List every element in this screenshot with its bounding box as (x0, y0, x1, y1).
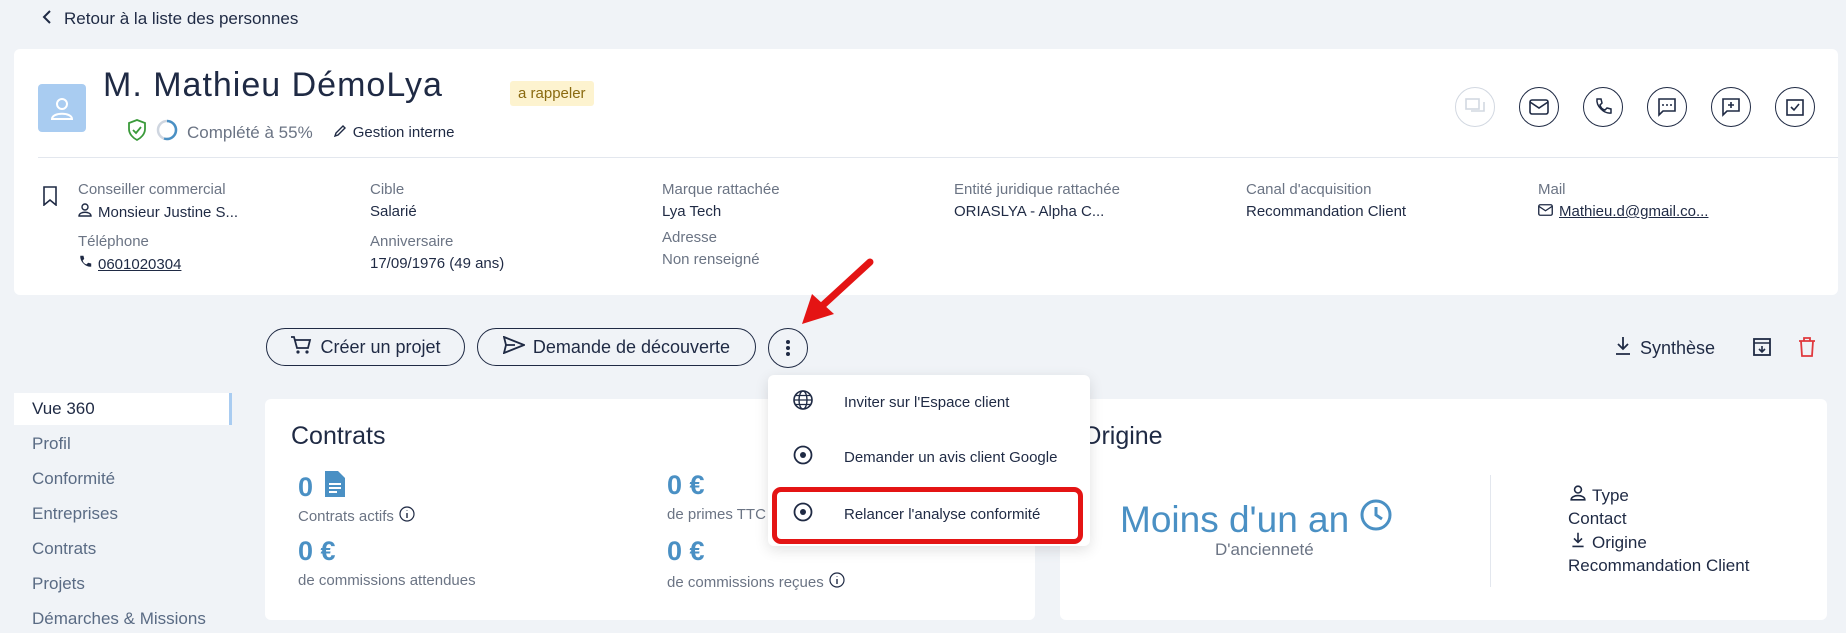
archive-icon[interactable] (1752, 337, 1772, 362)
discovery-request-button[interactable]: Demande de découverte (477, 328, 756, 366)
synthese-button[interactable]: Synthèse (1614, 336, 1715, 361)
person-name: M. Mathieu DémoLya (103, 66, 443, 104)
person-icon (78, 203, 92, 221)
back-link[interactable]: Retour à la liste des personnes (42, 9, 298, 29)
add-box-icon (1722, 98, 1740, 117)
entite-value: ORIASLYA - Alpha C... (954, 203, 1105, 220)
field-adresse: Adresse Non renseigné (662, 229, 760, 268)
contrats-actifs-count: 0 (298, 470, 347, 505)
comm-recues-value: 0 € (667, 536, 705, 566)
menu-item-google-review[interactable]: Demander un avis client Google (768, 430, 1090, 484)
radio-dot-icon (792, 444, 814, 470)
progress-ring-icon (155, 118, 179, 147)
mail-icon (1538, 203, 1553, 220)
adresse-value: Non renseigné (662, 251, 760, 268)
field-anniversaire: Anniversaire 17/09/1976 (49 ans) (370, 233, 505, 272)
person-subline: Complété à 55% Gestion interne (127, 118, 454, 147)
status-badge[interactable]: a rappeler (510, 81, 594, 106)
bookmark-icon[interactable] (42, 186, 58, 211)
globe-icon (792, 389, 814, 415)
download-icon (1614, 336, 1632, 361)
more-options-button[interactable] (768, 328, 808, 368)
email-button[interactable] (1519, 87, 1559, 127)
phone-icon (1596, 98, 1612, 114)
discovery-request-label: Demande de découverte (532, 336, 731, 357)
checkbox-icon (1786, 99, 1804, 116)
send-icon (502, 335, 527, 359)
highlight-box-annotation (772, 487, 1083, 544)
conseiller-value: Monsieur Justine S... (98, 203, 239, 221)
type-label: Type (1592, 485, 1629, 505)
field-canal: Canal d'acquisition Recommandation Clien… (1246, 181, 1407, 220)
internal-management-link[interactable]: Gestion interne (333, 124, 455, 142)
completion-text: Complété à 55% (187, 122, 313, 142)
anciennete-value: Moins d'un an (1120, 498, 1393, 541)
origine-divider (1490, 475, 1491, 587)
red-arrow-annotation (800, 258, 875, 333)
shield-check-icon (127, 119, 147, 146)
add-note-button[interactable] (1711, 87, 1751, 127)
sidebar-item-contrats[interactable]: Contrats (14, 533, 232, 565)
mail-icon (1529, 99, 1549, 115)
sidebar-item-conformite[interactable]: Conformité (14, 463, 232, 495)
chevron-left-icon (42, 9, 52, 29)
message-button[interactable] (1647, 87, 1687, 127)
sidebar-item-entreprises[interactable]: Entreprises (14, 498, 232, 530)
field-marque: Marque rattachée Lya Tech (662, 181, 780, 220)
origine-label: Origine (1592, 532, 1647, 552)
synthese-label: Synthèse (1640, 338, 1716, 358)
origine-details: Type Contact Origine Recommandation Clie… (1568, 485, 1749, 576)
menu-item-invite-client-space[interactable]: Inviter sur l'Espace client (768, 375, 1090, 429)
info-icon[interactable] (829, 572, 845, 592)
phone-button[interactable] (1583, 87, 1623, 127)
type-value: Contact (1568, 509, 1627, 528)
contrats-title: Contrats (291, 422, 386, 450)
marque-value: Lya Tech (662, 203, 722, 220)
person-icon (1570, 485, 1586, 506)
more-vertical-icon (786, 340, 790, 356)
origine-title: Origine (1082, 422, 1163, 450)
sidebar-item-projets[interactable]: Projets (14, 568, 232, 600)
comm-attendues-value: 0 € (298, 536, 336, 566)
contrats-actifs-label: Contrats actifs (298, 506, 415, 526)
anciennete-label: D'ancienneté (1215, 540, 1314, 559)
field-cible: Cible Salarié (370, 181, 417, 220)
field-mail: Mail Mathieu.d@gmail.co... (1538, 181, 1709, 220)
chat-icon (1465, 98, 1485, 112)
clock-icon (1359, 498, 1393, 541)
back-link-label: Retour à la liste des personnes (64, 9, 299, 28)
mail-link[interactable]: Mathieu.d@gmail.co... (1559, 203, 1708, 220)
delete-icon[interactable] (1798, 337, 1816, 362)
chat-disabled-button[interactable] (1455, 87, 1495, 127)
primes-label: de primes TTC (667, 506, 766, 523)
canal-value: Recommandation Client (1246, 203, 1407, 220)
primes-value: 0 € (667, 470, 705, 500)
document-icon (323, 470, 347, 505)
phone-icon (78, 255, 92, 273)
sidebar-item-profil[interactable]: Profil (14, 428, 232, 460)
cible-value: Salarié (370, 203, 417, 220)
comm-recues-label: de commissions reçues (667, 572, 845, 592)
info-icon[interactable] (399, 506, 415, 526)
field-telephone: Téléphone 0601020304 (78, 233, 182, 273)
sidebar-item-demarches[interactable]: Démarches & Missions (14, 603, 232, 633)
create-project-label: Créer un projet (320, 336, 441, 357)
field-entite: Entité juridique rattachée ORIASLYA - Al… (954, 181, 1120, 220)
avatar (38, 84, 86, 132)
anniversaire-value: 17/09/1976 (49 ans) (370, 255, 505, 272)
header-divider (38, 157, 1838, 158)
internal-management-label: Gestion interne (352, 124, 455, 141)
field-conseiller: Conseiller commercial Monsieur Justine S… (78, 181, 239, 221)
user-icon (50, 98, 74, 120)
sidebar-item-vue-360[interactable]: Vue 360 (14, 393, 232, 425)
task-button[interactable] (1775, 87, 1815, 127)
message-icon (1658, 98, 1676, 117)
telephone-link[interactable]: 0601020304 (98, 256, 181, 273)
download-icon (1570, 532, 1586, 553)
pencil-icon (333, 124, 347, 142)
origine-value: Recommandation Client (1568, 556, 1750, 575)
comm-attendues-label: de commissions attendues (298, 572, 476, 589)
cart-icon (290, 335, 312, 360)
create-project-button[interactable]: Créer un projet (266, 328, 465, 366)
